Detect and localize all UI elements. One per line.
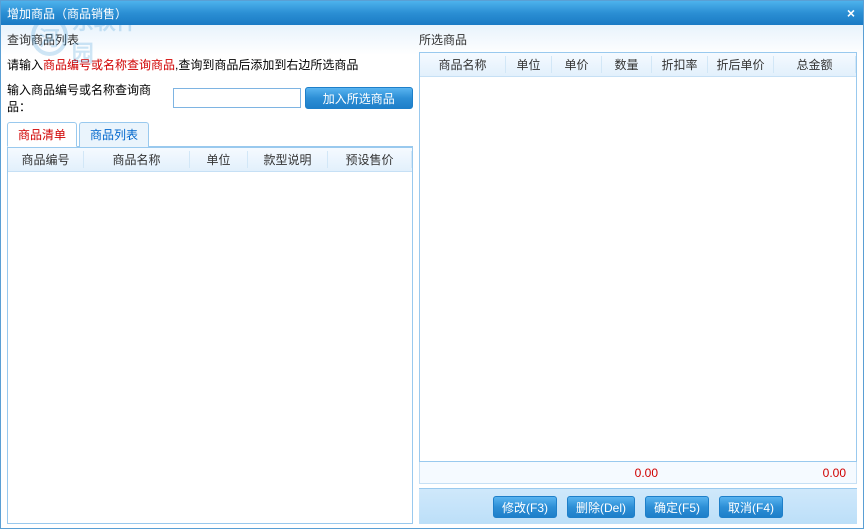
search-row: 输入商品编号或名称查询商品： 加入所选商品(F8)	[7, 77, 413, 121]
left-grid-header: 商品编号 商品名称 单位 款型说明 预设售价	[8, 148, 412, 172]
col-r-total[interactable]: 总金额	[774, 56, 856, 73]
total-amount: 0.00	[790, 466, 856, 480]
totals-row: 0.00 0.00	[419, 462, 857, 484]
col-product-code[interactable]: 商品编号	[8, 151, 84, 168]
search-input[interactable]	[173, 88, 301, 108]
footer-buttons: 修改(F3) 删除(Del) 确定(F5) 取消(F4)	[419, 488, 857, 524]
tabs: 商品清单 商品列表	[7, 121, 413, 147]
hint-suffix: ,查询到商品后添加到右边所选商品	[175, 58, 358, 72]
hint-prefix: 请输入	[7, 58, 43, 72]
right-section-title: 所选商品	[419, 29, 857, 52]
left-section-title: 查询商品列表	[7, 29, 413, 52]
content-area: 查询商品列表 请输入商品编号或名称查询商品,查询到商品后添加到右边所选商品 输入…	[1, 25, 863, 528]
col-unit[interactable]: 单位	[190, 151, 248, 168]
col-product-name[interactable]: 商品名称	[84, 151, 190, 168]
tab-product-table[interactable]: 商品列表	[79, 122, 149, 147]
left-panel: 查询商品列表 请输入商品编号或名称查询商品,查询到商品后添加到右边所选商品 输入…	[7, 29, 413, 524]
left-grid-body[interactable]	[8, 172, 412, 523]
col-r-unit[interactable]: 单位	[506, 56, 552, 73]
col-r-product-name[interactable]: 商品名称	[420, 56, 506, 73]
hint-highlight: 商品编号或名称查询商品	[43, 58, 175, 72]
right-grid: 商品名称 单位 单价 数量 折扣率 折后单价 总金额	[419, 52, 857, 462]
left-grid: 商品编号 商品名称 单位 款型说明 预设售价	[7, 147, 413, 524]
col-r-price[interactable]: 单价	[552, 56, 602, 73]
col-style-desc[interactable]: 款型说明	[248, 151, 328, 168]
right-panel: 所选商品 商品名称 单位 单价 数量 折扣率 折后单价 总金额 0	[419, 29, 857, 524]
titlebar: 增加商品（商品销售） ×	[1, 1, 863, 25]
right-grid-body[interactable]	[420, 77, 856, 461]
window-title: 增加商品（商品销售）	[7, 5, 127, 22]
col-r-discount[interactable]: 折扣率	[652, 56, 708, 73]
right-grid-header: 商品名称 单位 单价 数量 折扣率 折后单价 总金额	[420, 53, 856, 77]
delete-button[interactable]: 删除(Del)	[567, 496, 635, 518]
search-hint: 请输入商品编号或名称查询商品,查询到商品后添加到右边所选商品	[7, 52, 413, 77]
add-selected-button[interactable]: 加入所选商品(F8)	[305, 87, 413, 109]
col-r-disc-price[interactable]: 折后单价	[708, 56, 774, 73]
close-icon[interactable]: ×	[847, 5, 855, 21]
col-preset-price[interactable]: 预设售价	[328, 151, 412, 168]
ok-button[interactable]: 确定(F5)	[645, 496, 709, 518]
search-label: 输入商品编号或名称查询商品：	[7, 81, 169, 115]
modify-button[interactable]: 修改(F3)	[493, 496, 557, 518]
total-qty: 0.00	[602, 466, 668, 480]
cancel-button[interactable]: 取消(F4)	[719, 496, 783, 518]
tab-product-list[interactable]: 商品清单	[7, 122, 77, 147]
col-r-qty[interactable]: 数量	[602, 56, 652, 73]
dialog-window: 河东软件园 增加商品（商品销售） × 查询商品列表 请输入商品编号或名称查询商品…	[0, 0, 864, 529]
